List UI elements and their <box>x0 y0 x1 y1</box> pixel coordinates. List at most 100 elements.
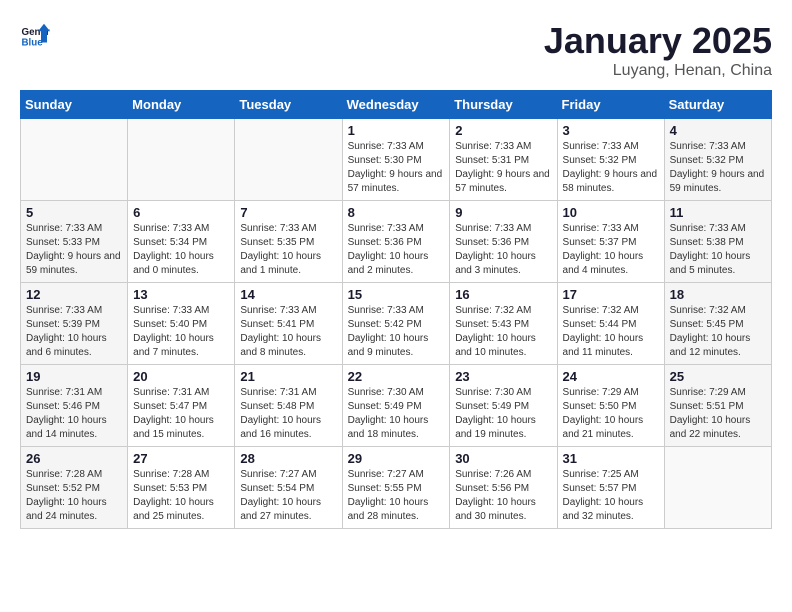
day-info: Sunrise: 7:33 AM Sunset: 5:32 PM Dayligh… <box>563 140 659 196</box>
day-info: Sunrise: 7:33 AM Sunset: 5:38 PM Dayligh… <box>670 222 766 278</box>
day-number: 20 <box>133 369 229 384</box>
day-info: Sunrise: 7:30 AM Sunset: 5:49 PM Dayligh… <box>455 386 551 442</box>
calendar-cell: 15Sunrise: 7:33 AM Sunset: 5:42 PM Dayli… <box>342 283 450 365</box>
day-number: 6 <box>133 205 229 220</box>
day-number: 5 <box>26 205 122 220</box>
calendar-cell: 10 Sunrise: 7:33 AM Sunset: 5:37 PM Dayli… <box>557 201 664 283</box>
weekday-header-friday: Friday <box>557 91 664 119</box>
calendar-cell: 13 Sunrise: 7:33 AM Sunset: 5:40 PM Dayli… <box>128 283 235 365</box>
day-info: Sunrise: 7:33 AM Sunset: 5:37 PM Dayligh… <box>563 222 659 278</box>
day-info: Sunrise: 7:33 AM Sunset: 5:42 PM Dayligh… <box>348 304 445 360</box>
day-info: Sunrise: 7:33 AM Sunset: 5:39 PM Dayligh… <box>26 304 122 360</box>
day-info: Sunrise: 7:33 AM Sunset: 5:41 PM Dayligh… <box>240 304 336 360</box>
calendar-cell: 29Sunrise: 7:27 AM Sunset: 5:55 PM Dayli… <box>342 447 450 529</box>
calendar-cell <box>128 119 235 201</box>
day-info: Sunrise: 7:30 AM Sunset: 5:49 PM Dayligh… <box>348 386 445 442</box>
calendar-cell: 31 Sunrise: 7:25 AM Sunset: 5:57 PM Dayli… <box>557 447 664 529</box>
day-info: Sunrise: 7:28 AM Sunset: 5:53 PM Dayligh… <box>133 468 229 524</box>
day-number: 30 <box>455 451 551 466</box>
day-info: Sunrise: 7:32 AM Sunset: 5:45 PM Dayligh… <box>670 304 766 360</box>
day-info: Sunrise: 7:33 AM Sunset: 5:36 PM Dayligh… <box>455 222 551 278</box>
day-number: 10 <box>563 205 659 220</box>
calendar-cell: 23 Sunrise: 7:30 AM Sunset: 5:49 PM Dayli… <box>450 365 557 447</box>
calendar-cell: 6 Sunrise: 7:33 AM Sunset: 5:34 PM Daylig… <box>128 201 235 283</box>
calendar-cell: 5 Sunrise: 7:33 AM Sunset: 5:33 PM Daylig… <box>21 201 128 283</box>
day-number: 25 <box>670 369 766 384</box>
day-number: 31 <box>563 451 659 466</box>
day-info: Sunrise: 7:33 AM Sunset: 5:40 PM Dayligh… <box>133 304 229 360</box>
day-info: Sunrise: 7:31 AM Sunset: 5:47 PM Dayligh… <box>133 386 229 442</box>
logo-icon: General Blue <box>20 20 50 50</box>
calendar-cell: 27 Sunrise: 7:28 AM Sunset: 5:53 PM Dayli… <box>128 447 235 529</box>
day-number: 1 <box>348 123 445 138</box>
weekday-header-wednesday: Wednesday <box>342 91 450 119</box>
day-number: 12 <box>26 287 122 302</box>
calendar-cell: 9 Sunrise: 7:33 AM Sunset: 5:36 PM Daylig… <box>450 201 557 283</box>
calendar-cell: 19 Sunrise: 7:31 AM Sunset: 5:46 PM Dayli… <box>21 365 128 447</box>
day-number: 3 <box>563 123 659 138</box>
day-info: Sunrise: 7:33 AM Sunset: 5:31 PM Dayligh… <box>455 140 551 196</box>
day-info: Sunrise: 7:28 AM Sunset: 5:52 PM Dayligh… <box>26 468 122 524</box>
day-number: 14 <box>240 287 336 302</box>
calendar-cell <box>235 119 342 201</box>
day-number: 24 <box>563 369 659 384</box>
calendar-cell: 22 Sunrise: 7:30 AM Sunset: 5:49 PM Dayli… <box>342 365 450 447</box>
day-info: Sunrise: 7:32 AM Sunset: 5:43 PM Dayligh… <box>455 304 551 360</box>
calendar-cell: 20 Sunrise: 7:31 AM Sunset: 5:47 PM Dayli… <box>128 365 235 447</box>
day-info: Sunrise: 7:31 AM Sunset: 5:48 PM Dayligh… <box>240 386 336 442</box>
day-info: Sunrise: 7:27 AM Sunset: 5:54 PM Dayligh… <box>240 468 336 524</box>
week-row-2: 5 Sunrise: 7:33 AM Sunset: 5:33 PM Daylig… <box>21 201 772 283</box>
calendar-subtitle: Luyang, Henan, China <box>544 62 772 80</box>
day-info: Sunrise: 7:31 AM Sunset: 5:46 PM Dayligh… <box>26 386 122 442</box>
day-info: Sunrise: 7:33 AM Sunset: 5:30 PM Dayligh… <box>348 140 445 196</box>
day-number: 17 <box>563 287 659 302</box>
day-number: 7 <box>240 205 336 220</box>
day-number: 13 <box>133 287 229 302</box>
day-info: Sunrise: 7:32 AM Sunset: 5:44 PM Dayligh… <box>563 304 659 360</box>
calendar-cell <box>664 447 771 529</box>
logo: General Blue <box>20 20 50 50</box>
weekday-header-saturday: Saturday <box>664 91 771 119</box>
weekday-header-sunday: Sunday <box>21 91 128 119</box>
day-number: 2 <box>455 123 551 138</box>
weekday-header-thursday: Thursday <box>450 91 557 119</box>
page-header: General Blue January 2025 Luyang, Henan,… <box>20 20 772 80</box>
day-number: 9 <box>455 205 551 220</box>
calendar-cell: 30 Sunrise: 7:26 AM Sunset: 5:56 PM Dayli… <box>450 447 557 529</box>
day-number: 23 <box>455 369 551 384</box>
week-row-3: 12 Sunrise: 7:33 AM Sunset: 5:39 PM Dayli… <box>21 283 772 365</box>
day-number: 19 <box>26 369 122 384</box>
day-info: Sunrise: 7:29 AM Sunset: 5:51 PM Dayligh… <box>670 386 766 442</box>
day-info: Sunrise: 7:33 AM Sunset: 5:34 PM Dayligh… <box>133 222 229 278</box>
week-row-4: 19 Sunrise: 7:31 AM Sunset: 5:46 PM Dayli… <box>21 365 772 447</box>
weekday-header-monday: Monday <box>128 91 235 119</box>
weekday-header-row: SundayMondayTuesdayWednesdayThursdayFrid… <box>21 91 772 119</box>
calendar-cell <box>21 119 128 201</box>
day-info: Sunrise: 7:33 AM Sunset: 5:32 PM Dayligh… <box>670 140 766 196</box>
day-number: 26 <box>26 451 122 466</box>
day-info: Sunrise: 7:33 AM Sunset: 5:35 PM Dayligh… <box>240 222 336 278</box>
day-number: 28 <box>240 451 336 466</box>
calendar-cell: 16Sunrise: 7:32 AM Sunset: 5:43 PM Dayli… <box>450 283 557 365</box>
day-number: 11 <box>670 205 766 220</box>
title-section: January 2025 Luyang, Henan, China <box>544 20 772 80</box>
calendar-cell: 1 Sunrise: 7:33 AM Sunset: 5:30 PM Daylig… <box>342 119 450 201</box>
calendar-cell: 28 Sunrise: 7:27 AM Sunset: 5:54 PM Dayli… <box>235 447 342 529</box>
day-info: Sunrise: 7:25 AM Sunset: 5:57 PM Dayligh… <box>563 468 659 524</box>
calendar-cell: 3 Sunrise: 7:33 AM Sunset: 5:32 PM Daylig… <box>557 119 664 201</box>
calendar-cell: 12 Sunrise: 7:33 AM Sunset: 5:39 PM Dayli… <box>21 283 128 365</box>
calendar-cell: 21Sunrise: 7:31 AM Sunset: 5:48 PM Dayli… <box>235 365 342 447</box>
day-info: Sunrise: 7:26 AM Sunset: 5:56 PM Dayligh… <box>455 468 551 524</box>
day-info: Sunrise: 7:33 AM Sunset: 5:33 PM Dayligh… <box>26 222 122 278</box>
calendar-cell: 18 Sunrise: 7:32 AM Sunset: 5:45 PM Dayli… <box>664 283 771 365</box>
weekday-header-tuesday: Tuesday <box>235 91 342 119</box>
calendar-cell: 2 Sunrise: 7:33 AM Sunset: 5:31 PM Daylig… <box>450 119 557 201</box>
calendar-cell: 8Sunrise: 7:33 AM Sunset: 5:36 PM Daylig… <box>342 201 450 283</box>
day-number: 29 <box>348 451 445 466</box>
day-number: 27 <box>133 451 229 466</box>
day-number: 18 <box>670 287 766 302</box>
day-number: 22 <box>348 369 445 384</box>
calendar-title: January 2025 <box>544 20 772 62</box>
calendar-cell: 24Sunrise: 7:29 AM Sunset: 5:50 PM Dayli… <box>557 365 664 447</box>
day-number: 8 <box>348 205 445 220</box>
